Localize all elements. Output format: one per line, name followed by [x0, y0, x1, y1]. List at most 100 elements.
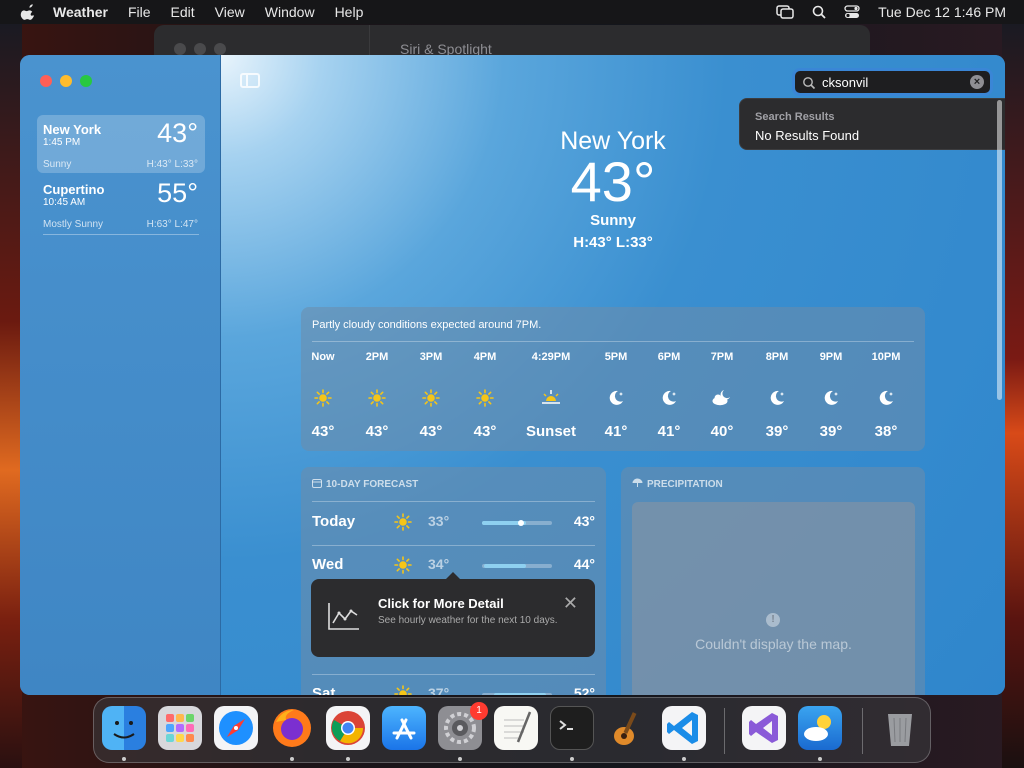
day-row-today[interactable]: Today 33° 43° [312, 503, 595, 543]
location-hilo: H:43° L:33° [146, 159, 198, 170]
precipitation-card[interactable]: PRECIPITATION ! Couldn't display the map… [621, 467, 925, 695]
scrollbar[interactable] [997, 100, 1002, 400]
sun-icon [394, 556, 412, 579]
dock-weather-icon[interactable] [798, 706, 842, 750]
sun-icon [455, 373, 515, 423]
sun-icon [293, 373, 353, 423]
cloud-moon-icon [692, 373, 752, 423]
dock-safari-icon[interactable] [214, 706, 258, 750]
close-button[interactable] [40, 75, 52, 87]
menu-help[interactable]: Help [335, 4, 364, 20]
sidebar: New York 1:45 PM 43° Sunny H:43° L:33° C… [20, 55, 221, 695]
location-temp: 43° [157, 118, 198, 148]
dock-trash-icon[interactable] [878, 706, 922, 750]
menu-edit[interactable]: Edit [171, 4, 195, 20]
sidebar-toggle-icon[interactable] [240, 73, 260, 88]
precipitation-map[interactable]: ! Couldn't display the map. [632, 502, 915, 695]
control-center-icon[interactable] [844, 5, 860, 19]
hour-value: 43° [473, 423, 497, 440]
day-high: 43° [573, 513, 595, 529]
tooltip-title: Click for More Detail [378, 596, 504, 611]
search-input[interactable]: cksonvil [822, 75, 868, 90]
dock-garageband-icon[interactable] [606, 706, 650, 750]
hour-column: 4:29PM Sunset [521, 351, 581, 440]
location-item-new-york[interactable]: New York 1:45 PM 43° Sunny H:43° L:33° [37, 115, 205, 173]
location-condition: Mostly Sunny [43, 219, 104, 230]
current-conditions: New York 43° Sunny H:43° L:33° [513, 127, 713, 251]
wallpaper-right [1002, 24, 1024, 768]
search-field[interactable]: cksonvil × [792, 68, 993, 96]
hour-column: 9PM 39° [801, 351, 861, 440]
hour-value: 43° [365, 423, 389, 440]
divider [312, 341, 914, 342]
sun-icon [394, 685, 412, 695]
apple-logo-icon[interactable] [19, 4, 39, 20]
menu-file[interactable]: File [128, 4, 151, 20]
day-row-sat[interactable]: Sat 37° 52° [312, 675, 595, 695]
dock-textedit-icon[interactable] [494, 706, 538, 750]
menu-app-name[interactable]: Weather [53, 4, 108, 20]
divider [43, 234, 199, 235]
hourly-forecast-card[interactable]: Partly cloudy conditions expected around… [301, 307, 925, 451]
menu-bar: Weather File Edit View Window Help Tue D… [0, 0, 1024, 24]
hour-column: 10PM 38° [856, 351, 916, 440]
screen-mirroring-icon[interactable] [776, 5, 794, 19]
location-item-cupertino[interactable]: Cupertino 10:45 AM 55° Mostly Sunny H:63… [37, 175, 205, 235]
hour-column: 5PM 41° [586, 351, 646, 440]
hour-value: 38° [874, 423, 898, 440]
menu-window[interactable]: Window [265, 4, 315, 20]
location-city: New York [43, 122, 102, 137]
hour-label: 7PM [710, 351, 734, 363]
dock-launchpad-icon[interactable] [158, 706, 202, 750]
zoom-button[interactable] [80, 75, 92, 87]
dock-app-store-icon[interactable] [382, 706, 426, 750]
sun-icon [394, 513, 412, 536]
more-detail-tooltip[interactable]: Click for More Detail See hourly weather… [311, 572, 595, 657]
hour-column: Now 43° [293, 351, 353, 440]
hour-column: 2PM 43° [347, 351, 407, 440]
dock-firefox-icon[interactable] [270, 706, 314, 750]
day-label: Wed [312, 556, 344, 573]
dock-visual-studio-icon[interactable] [742, 706, 786, 750]
weather-window: New York 1:45 PM 43° Sunny H:43° L:33° C… [20, 55, 1005, 695]
search-icon [803, 77, 816, 90]
menu-view[interactable]: View [215, 4, 245, 20]
location-condition: Sunny [43, 159, 72, 170]
day-high: 52° [573, 685, 595, 695]
sunset-icon [521, 373, 581, 423]
wallpaper-left [0, 24, 22, 768]
dock-chrome-icon[interactable] [326, 706, 370, 750]
precipitation-header: PRECIPITATION [632, 478, 723, 490]
hour-value: 43° [311, 423, 335, 440]
moon-icon [801, 373, 861, 423]
current-temp: 43° [570, 150, 656, 213]
main-content: cksonvil × Search Results No Results Fou… [221, 55, 1005, 695]
location-city: Cupertino [43, 182, 105, 197]
hour-column: 6PM 41° [639, 351, 699, 440]
dock-terminal-icon[interactable] [550, 706, 594, 750]
ten-day-header: 10-DAY FORECAST [312, 478, 418, 490]
hour-label: 8PM [765, 351, 789, 363]
hour-label: 2PM [365, 351, 389, 363]
hour-label: 6PM [657, 351, 681, 363]
location-hilo: H:63° L:47° [146, 219, 198, 230]
day-low: 33° [428, 513, 450, 529]
hourly-summary: Partly cloudy conditions expected around… [312, 319, 542, 331]
moon-icon [856, 373, 916, 423]
sun-icon [347, 373, 407, 423]
clear-search-icon[interactable]: × [970, 75, 984, 89]
hour-column: 4PM 43° [455, 351, 515, 440]
close-tooltip-icon[interactable]: ✕ [563, 593, 578, 614]
dock-vscode-icon[interactable] [662, 706, 706, 750]
location-temp: 55° [157, 178, 198, 208]
temp-range-bar [482, 520, 552, 526]
info-icon: ! [766, 613, 780, 627]
minimize-button[interactable] [60, 75, 72, 87]
dock-finder-icon[interactable] [102, 706, 146, 750]
spotlight-search-icon[interactable] [812, 5, 826, 19]
search-results-popover: Search Results No Results Found [739, 98, 1005, 150]
hour-label: 10PM [871, 351, 901, 363]
menu-clock[interactable]: Tue Dec 12 1:46 PM [878, 4, 1006, 20]
moon-icon [586, 373, 646, 423]
sun-icon [401, 373, 461, 423]
